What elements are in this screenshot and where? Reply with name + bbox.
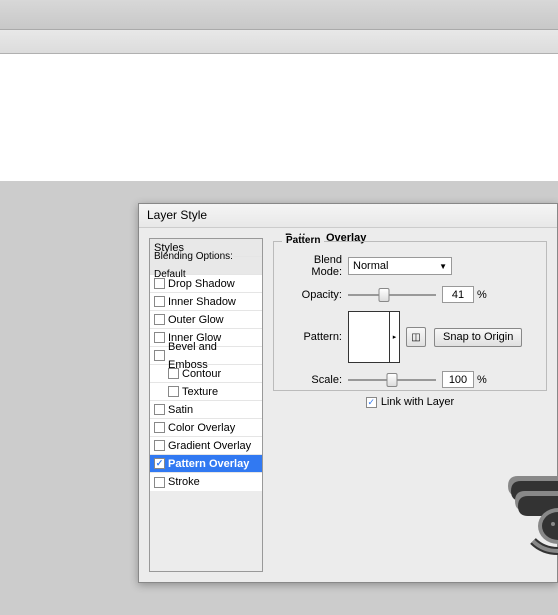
opacity-field[interactable] — [442, 286, 474, 303]
effect-checkbox-pattern-overlay[interactable] — [154, 458, 165, 469]
scale-field[interactable] — [442, 371, 474, 388]
effect-checkbox-drop-shadow[interactable] — [154, 278, 165, 289]
group-label: Pattern — [282, 235, 324, 246]
blend-mode-value: Normal — [353, 260, 388, 272]
effect-checkbox-texture[interactable] — [168, 386, 179, 397]
scale-label: Scale: — [284, 374, 342, 386]
app-toolbar — [0, 30, 558, 54]
settings-panel: Pattern Overlay Pattern Blend Mode: Norm… — [273, 238, 547, 572]
new-preset-button[interactable]: ◫ — [406, 327, 426, 347]
effect-row-outer-glow[interactable]: Outer Glow — [150, 311, 262, 329]
link-with-layer-label: Link with Layer — [381, 396, 454, 408]
effect-checkbox-outer-glow[interactable] — [154, 314, 165, 325]
percent-label: % — [477, 289, 487, 301]
pattern-group: Pattern Blend Mode: Normal ▼ Opacity: % — [273, 241, 547, 391]
effect-checkbox-stroke[interactable] — [154, 477, 165, 488]
pattern-swatch[interactable]: ▸ — [348, 311, 400, 363]
effect-checkbox-inner-shadow[interactable] — [154, 296, 165, 307]
effect-label: Color Overlay — [168, 419, 235, 437]
effect-label: Gradient Overlay — [168, 437, 251, 455]
effect-row-inner-shadow[interactable]: Inner Shadow — [150, 293, 262, 311]
effect-label: Texture — [182, 383, 218, 401]
blending-options-row[interactable]: Blending Options: Default — [150, 257, 262, 275]
effect-row-texture[interactable]: Texture — [150, 383, 262, 401]
layer-style-dialog: Layer Style Styles Blending Options: Def… — [138, 203, 558, 583]
watermark-logo — [493, 456, 558, 566]
pattern-label: Pattern: — [284, 331, 342, 343]
effect-label: Drop Shadow — [168, 275, 235, 293]
opacity-slider[interactable] — [348, 294, 436, 296]
effect-row-pattern-overlay[interactable]: Pattern Overlay — [150, 455, 262, 473]
percent-label-2: % — [477, 374, 487, 386]
effect-checkbox-satin[interactable] — [154, 404, 165, 415]
dialog-title: Layer Style — [139, 204, 557, 228]
effect-row-color-overlay[interactable]: Color Overlay — [150, 419, 262, 437]
link-with-layer-checkbox[interactable] — [366, 397, 377, 408]
effect-row-drop-shadow[interactable]: Drop Shadow — [150, 275, 262, 293]
pattern-dropdown-icon[interactable]: ▸ — [389, 312, 399, 362]
effect-row-stroke[interactable]: Stroke — [150, 473, 262, 491]
effect-checkbox-color-overlay[interactable] — [154, 422, 165, 433]
new-preset-icon: ◫ — [411, 332, 420, 343]
chevron-down-icon: ▼ — [439, 262, 447, 271]
effect-label: Stroke — [168, 473, 200, 491]
scale-slider[interactable] — [348, 379, 436, 381]
effect-label: Contour — [182, 365, 221, 383]
effect-label: Inner Shadow — [168, 293, 236, 311]
app-menubar — [0, 0, 558, 30]
blend-mode-dropdown[interactable]: Normal ▼ — [348, 257, 452, 275]
effect-row-satin[interactable]: Satin — [150, 401, 262, 419]
effect-row-gradient-overlay[interactable]: Gradient Overlay — [150, 437, 262, 455]
effect-label: Pattern Overlay — [168, 455, 249, 473]
opacity-label: Opacity: — [284, 289, 342, 301]
effect-label: Satin — [168, 401, 193, 419]
blend-mode-label: Blend Mode: — [284, 254, 342, 278]
scale-slider-thumb[interactable] — [387, 373, 398, 387]
effect-checkbox-gradient-overlay[interactable] — [154, 440, 165, 451]
effect-checkbox-contour[interactable] — [168, 368, 179, 379]
effect-row-bevel-emboss[interactable]: Bevel and Emboss — [150, 347, 262, 365]
effect-checkbox-bevel-emboss[interactable] — [154, 350, 165, 361]
opacity-slider-thumb[interactable] — [379, 288, 390, 302]
effect-checkbox-inner-glow[interactable] — [154, 332, 165, 343]
effect-label: Outer Glow — [168, 311, 224, 329]
effects-list: Styles Blending Options: Default Drop Sh… — [149, 238, 263, 572]
snap-to-origin-button[interactable]: Snap to Origin — [434, 328, 522, 347]
canvas-area — [0, 54, 558, 181]
